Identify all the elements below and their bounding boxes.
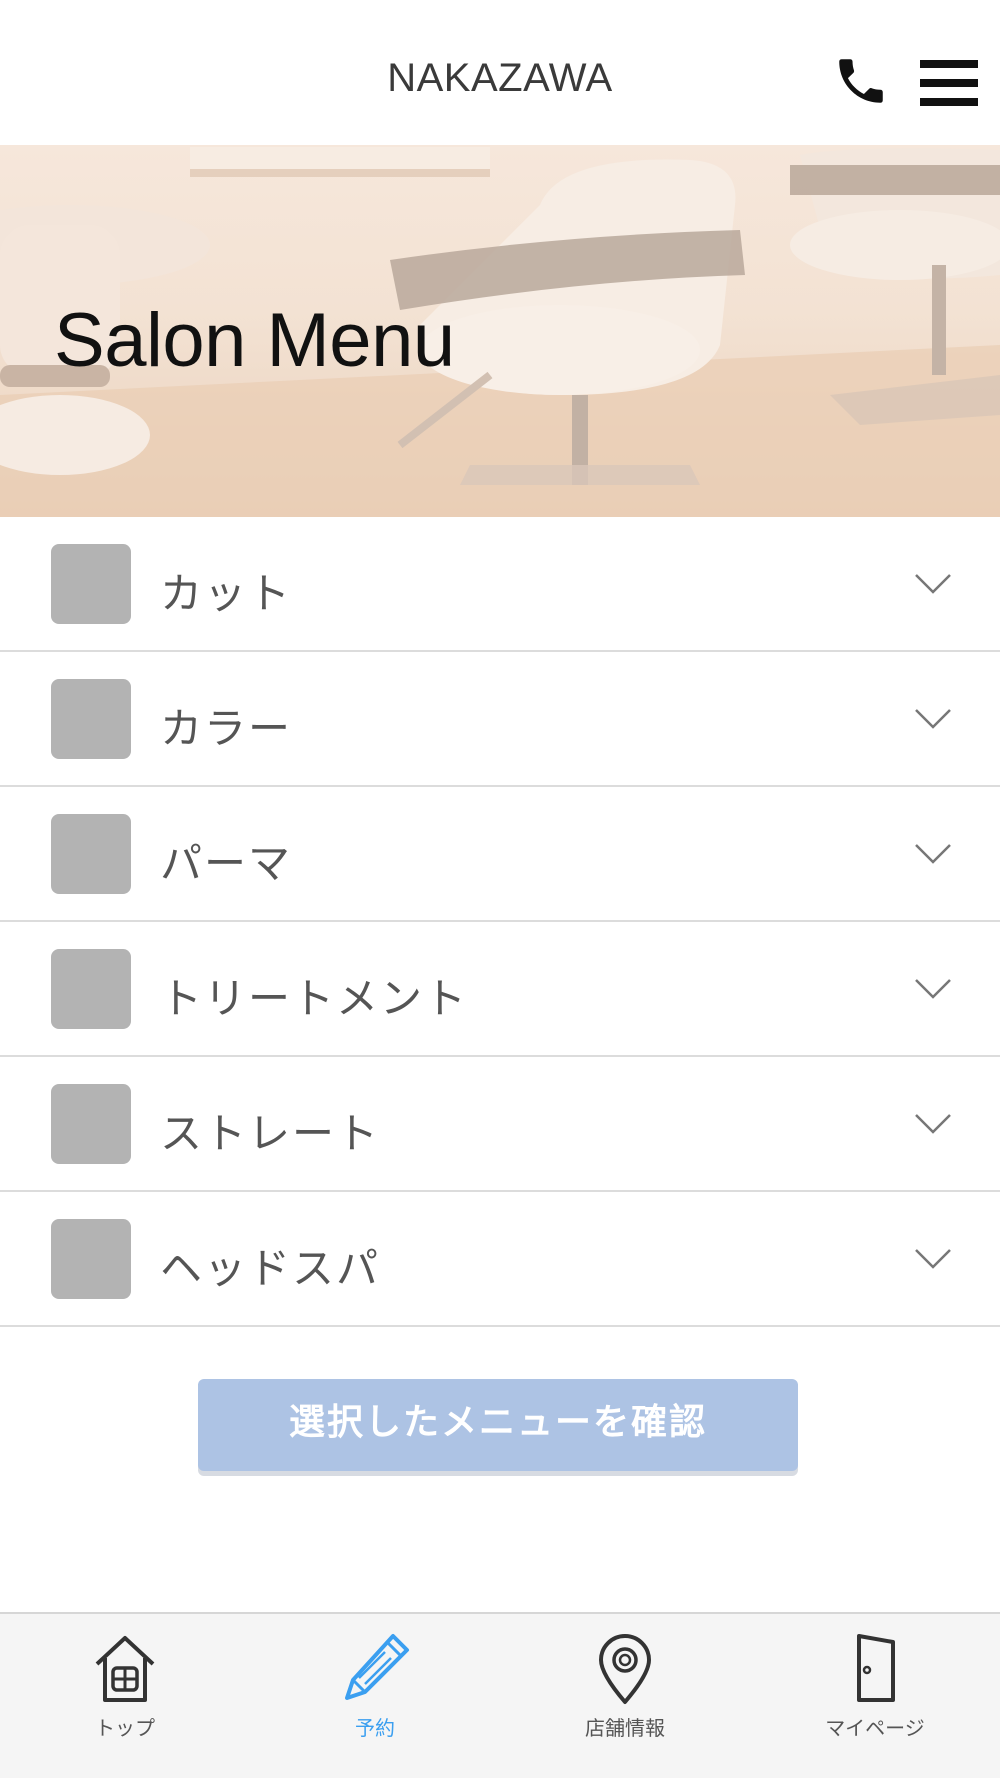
menu-item-label: カット	[160, 569, 293, 618]
app-root: NAKAZAWA Salon Menu カット カラー パーマ トリートメント …	[0, 0, 1000, 1778]
chevron-down-icon[interactable]	[914, 572, 952, 596]
menu-item-color[interactable]: カラー	[0, 652, 1000, 787]
chevron-down-icon[interactable]	[914, 707, 952, 731]
menu-item-label: カラー	[160, 704, 293, 753]
menu-item-treatment[interactable]: トリートメント	[0, 922, 1000, 1057]
menu-item-thumbnail	[51, 1084, 131, 1164]
tab-store-info[interactable]: 店舗情報	[535, 1628, 715, 1768]
chevron-down-icon[interactable]	[914, 1112, 952, 1136]
header-bar: NAKAZAWA	[0, 0, 1000, 145]
menu-item-thumbnail	[51, 544, 131, 624]
confirm-selected-menu-button[interactable]: 選択したメニューを確認	[198, 1379, 798, 1471]
menu-item-thumbnail	[51, 1219, 131, 1299]
hero-banner: Salon Menu	[0, 145, 1000, 517]
hamburger-menu-icon[interactable]	[920, 58, 978, 108]
tab-reservation[interactable]: 予約	[285, 1628, 465, 1768]
menu-item-cut[interactable]: カット	[0, 517, 1000, 652]
menu-item-thumbnail	[51, 814, 131, 894]
menu-item-straight[interactable]: ストレート	[0, 1057, 1000, 1192]
chevron-down-icon[interactable]	[914, 977, 952, 1001]
door-icon	[857, 1634, 895, 1702]
phone-icon[interactable]	[832, 52, 890, 110]
menu-item-head-spa[interactable]: ヘッドスパ	[0, 1192, 1000, 1327]
menu-item-label: パーマ	[160, 839, 293, 888]
page-title: Salon Menu	[54, 298, 455, 383]
tab-label: 予約	[355, 1716, 395, 1740]
tab-top[interactable]: トップ	[35, 1628, 215, 1768]
location-pin-icon	[599, 1634, 651, 1704]
menu-item-thumbnail	[51, 679, 131, 759]
chevron-down-icon[interactable]	[914, 1247, 952, 1271]
tab-my-page[interactable]: マイページ	[785, 1628, 965, 1768]
chevron-down-icon[interactable]	[914, 842, 952, 866]
tab-label: トップ	[95, 1716, 155, 1740]
tab-label: マイページ	[825, 1716, 925, 1740]
menu-item-perm[interactable]: パーマ	[0, 787, 1000, 922]
menu-item-label: ストレート	[160, 1109, 381, 1158]
menu-item-label: ヘッドスパ	[160, 1244, 381, 1293]
pencil-icon	[345, 1634, 409, 1700]
bottom-tab-bar: トップ 予約 店舗情報 マイページ	[0, 1612, 1000, 1778]
menu-item-label: トリートメント	[160, 974, 469, 1023]
tab-label: 店舗情報	[585, 1716, 665, 1740]
menu-category-list: カット カラー パーマ トリートメント ストレート ヘッドスパ	[0, 517, 1000, 1327]
menu-item-thumbnail	[51, 949, 131, 1029]
home-icon	[95, 1636, 155, 1702]
